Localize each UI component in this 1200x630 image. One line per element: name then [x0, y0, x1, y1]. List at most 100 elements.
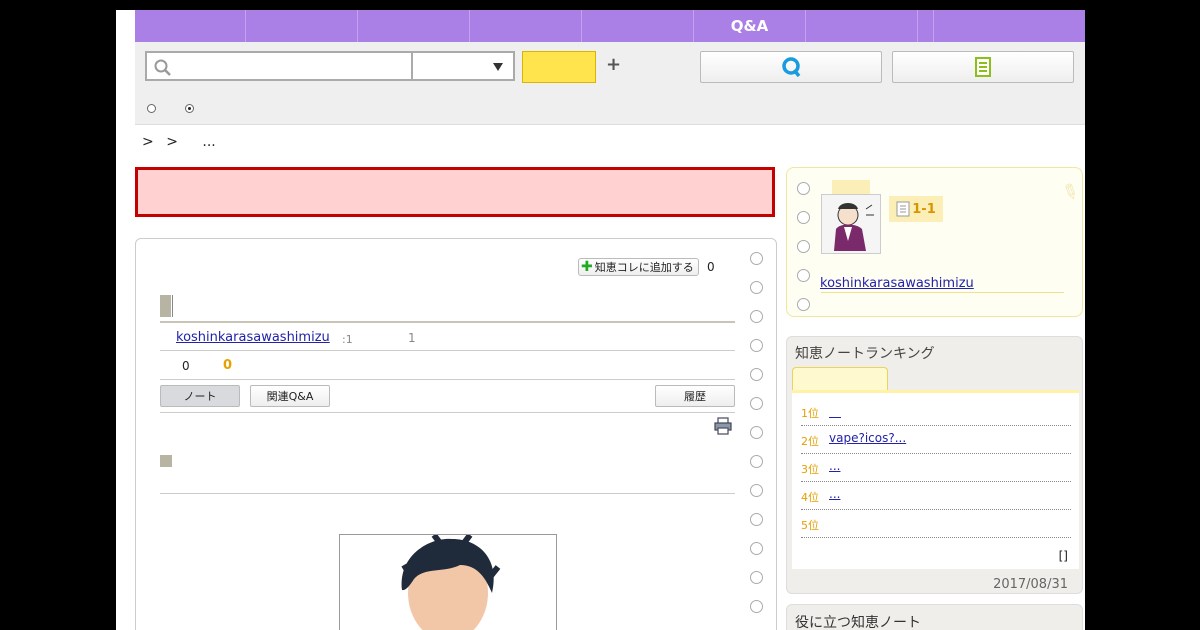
add-to-collection-button[interactable]: ✚ 知恵コレに追加する [578, 258, 699, 276]
nav-tab[interactable] [806, 10, 918, 42]
rank-number: 3位 [801, 463, 819, 476]
ranking-more-link[interactable]: [] [1059, 549, 1068, 563]
breadcrumb-sep: > [142, 134, 154, 150]
tab-history[interactable]: 履歴 [655, 385, 735, 407]
ranking-title: 知恵ノートランキング [795, 346, 935, 362]
divider [821, 292, 1064, 293]
search-input[interactable] [177, 55, 411, 79]
collection-count: 0 [707, 260, 715, 274]
nav-tab[interactable] [135, 10, 246, 42]
author-link[interactable]: koshinkarasawashimizu [176, 330, 330, 345]
divider [160, 379, 735, 380]
note-photo [339, 534, 557, 630]
tab-note[interactable]: ノート [160, 385, 240, 407]
search-button[interactable] [522, 51, 596, 83]
ring-icon [797, 240, 810, 253]
plus-icon: ✚ [581, 259, 593, 275]
plus-icon[interactable]: + [606, 54, 621, 75]
nav-tab-qa[interactable]: Q&A [694, 10, 806, 42]
ring-icon [750, 455, 763, 468]
rank-number: 5位 [801, 519, 819, 532]
search-scope-radio[interactable] [147, 104, 156, 113]
highlight-count: 0 [223, 358, 233, 373]
avatar[interactable] [821, 194, 881, 254]
ranking-date: 2017/08/31 [993, 577, 1068, 592]
note-panel: ✚ 知恵コレに追加する 0 koshinkarasawashimizu :1 1… [135, 238, 777, 630]
label-highlight [832, 180, 870, 194]
rank-link[interactable]: ... [829, 459, 840, 473]
rank-link[interactable]: vape?icos?... [829, 431, 906, 445]
ring-icon [750, 426, 763, 439]
add-to-collection-label: 知恵コレに追加する [594, 261, 694, 274]
write-note-button[interactable] [892, 51, 1074, 83]
breadcrumb: > > ... [142, 134, 224, 150]
print-icon[interactable] [714, 417, 734, 435]
ranking-item: 4位... [801, 481, 1071, 510]
ring-icon [750, 397, 763, 410]
ring-icon [750, 484, 763, 497]
person-photo [401, 535, 501, 630]
page: Q&A + > > ... ✚ 知恵コレに追加する 0 koshinkarasa… [116, 10, 1085, 630]
profile-name-link[interactable]: koshinkarasawashimizu [820, 276, 974, 291]
ring-icon [750, 281, 763, 294]
alert-link[interactable] [430, 186, 480, 200]
profile-card: 1-1 ✎ koshinkarasawashimizu [786, 167, 1083, 317]
ring-icon [750, 368, 763, 381]
divider [160, 493, 735, 494]
tab-related-qa[interactable]: 関連Q&A [250, 385, 330, 407]
divider [160, 321, 735, 323]
view-count: 0 [182, 359, 190, 373]
q-logo-icon [782, 57, 801, 78]
rank-link[interactable]: ... [829, 487, 840, 501]
ring-icon [797, 182, 810, 195]
breadcrumb-sep: > [166, 134, 178, 150]
ranking-tab-active[interactable] [792, 367, 888, 391]
author-meta-count: 1 [408, 331, 416, 345]
chevron-down-icon [493, 63, 503, 71]
ring-icon [750, 542, 763, 555]
nav-tab[interactable] [918, 10, 934, 42]
search-scope-radio-selected[interactable] [185, 104, 194, 113]
nav-tab[interactable] [934, 10, 1085, 42]
search-box [145, 51, 413, 81]
ranking-item: 2位 vape?icos?... [801, 425, 1071, 454]
ranking-item: 3位... [801, 453, 1071, 482]
rank-number: 4位 [801, 491, 819, 504]
rank-number: 1位 [801, 407, 819, 420]
writer-pencil-decoration: ✎ [1057, 177, 1083, 207]
ranking-tab[interactable] [888, 367, 984, 391]
divider [160, 412, 735, 413]
search-category-select[interactable] [411, 51, 515, 81]
breadcrumb-current: ... [202, 134, 216, 150]
ring-icon [750, 252, 763, 265]
top-navigation: Q&A [135, 10, 1085, 42]
ring-icon [750, 339, 763, 352]
title-divider [172, 295, 173, 317]
nav-tab[interactable] [582, 10, 694, 42]
avatar-illustration [834, 203, 874, 251]
nav-tab[interactable] [246, 10, 358, 42]
ring-icon [750, 600, 763, 613]
note-icon [975, 57, 991, 77]
search-area: + [135, 42, 1085, 125]
ring-icon [750, 571, 763, 584]
ring-icon [797, 298, 810, 311]
useful-notes-title: 役に立つ知恵ノート [795, 615, 921, 630]
ask-question-button[interactable] [700, 51, 882, 83]
level-badge: 1-1 [889, 196, 943, 222]
ring-icon [750, 513, 763, 526]
ring-icon [797, 269, 810, 282]
ranking-list: 1位 ＿ 2位 vape?icos?... 3位... 4位... 5位 [792, 393, 1079, 569]
title-marker [160, 295, 171, 317]
note-icon [896, 201, 910, 217]
rank-link[interactable]: ＿ [829, 403, 841, 420]
divider [160, 350, 735, 351]
search-icon [154, 59, 171, 76]
author-meta: :1 [342, 333, 353, 346]
alert-banner [135, 167, 775, 217]
nav-tab[interactable] [470, 10, 582, 42]
ring-icon [797, 211, 810, 224]
level-badge-text: 1-1 [912, 201, 936, 217]
nav-tab[interactable] [358, 10, 470, 42]
ranking-panel: 知恵ノートランキング 1位 ＿ 2位 vape?icos?... 3位... 4位.… [786, 336, 1083, 594]
